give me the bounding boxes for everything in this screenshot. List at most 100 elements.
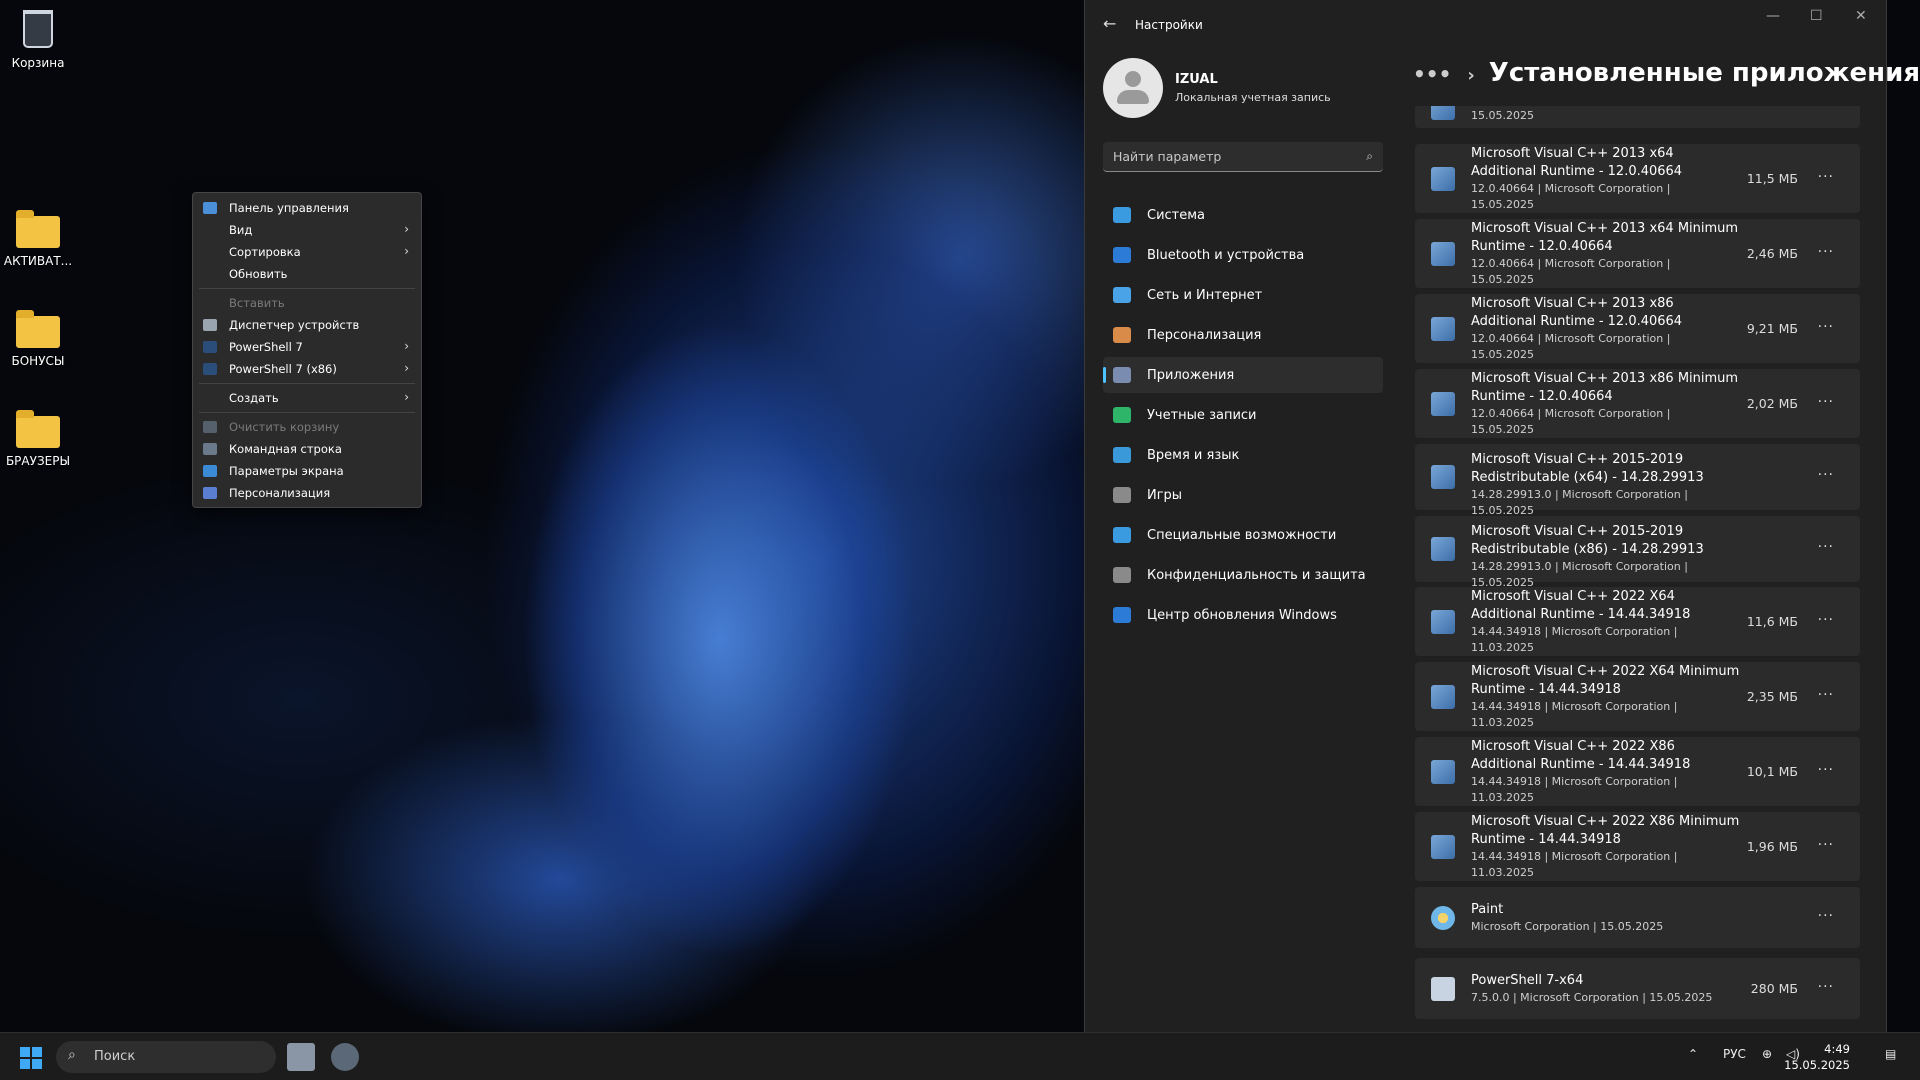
nav-item-wifi[interactable]: Сеть и Интернет bbox=[1103, 277, 1383, 313]
menu-item-control-panel[interactable]: Панель управления bbox=[193, 197, 421, 219]
settings-search-input[interactable]: Найти параметр ⌕ bbox=[1103, 142, 1383, 172]
more-options-icon[interactable]: ··· bbox=[1818, 687, 1834, 703]
input-language[interactable]: РУС bbox=[1723, 1047, 1746, 1061]
app-row[interactable]: Microsoft Visual C++ 2013 x64 Additional… bbox=[1415, 144, 1860, 213]
chevron-right-icon: › bbox=[404, 222, 409, 236]
search-placeholder: Найти параметр bbox=[1113, 149, 1222, 164]
app-name: Microsoft Visual C++ 2015-2019 Redistrib… bbox=[1471, 452, 1704, 485]
network-icon[interactable]: ⊕ bbox=[1762, 1047, 1772, 1061]
nav-item-system[interactable]: Система bbox=[1103, 197, 1383, 233]
app-row[interactable]: 11.0.61135 | Microsoft Corporation | 15.… bbox=[1415, 106, 1860, 128]
app-meta: 14.44.34918 | Microsoft Corporation | 11… bbox=[1471, 699, 1678, 729]
nav-item-label: Учетные записи bbox=[1147, 407, 1257, 423]
menu-item-label: Сортировка bbox=[229, 245, 301, 259]
nav-item-time-language[interactable]: Время и язык bbox=[1103, 437, 1383, 473]
menu-item-create[interactable]: Создать › bbox=[193, 387, 421, 409]
menu-item-display-settings[interactable]: Параметры экрана bbox=[193, 460, 421, 482]
menu-item-powershell-x86[interactable]: PowerShell 7 (x86) › bbox=[193, 358, 421, 380]
powershell-icon bbox=[203, 363, 217, 375]
windows-start-icon[interactable] bbox=[20, 1047, 42, 1069]
app-name: Microsoft Visual C++ 2022 X86 Additional… bbox=[1471, 738, 1691, 772]
minimize-icon[interactable]: — bbox=[1766, 8, 1780, 24]
taskbar-search-box[interactable]: ⌕ Поиск bbox=[56, 1041, 276, 1073]
nav-item-accessibility[interactable]: Специальные возможности bbox=[1103, 517, 1383, 553]
more-options-icon[interactable]: ··· bbox=[1818, 394, 1834, 410]
user-card[interactable]: IZUAL Локальная учетная запись bbox=[1103, 58, 1403, 118]
app-row[interactable]: Microsoft Visual C++ 2022 X64 Minimum Ru… bbox=[1415, 662, 1860, 731]
more-options-icon[interactable]: ··· bbox=[1818, 762, 1834, 778]
more-options-icon[interactable]: ··· bbox=[1818, 979, 1834, 995]
menu-item-cmd[interactable]: Командная строка bbox=[193, 438, 421, 460]
more-options-icon[interactable]: ··· bbox=[1818, 539, 1834, 555]
chevron-right-icon: › bbox=[404, 390, 409, 404]
installer-icon bbox=[1431, 465, 1455, 489]
time: 4:49 bbox=[1824, 1042, 1850, 1056]
more-options-icon[interactable]: ··· bbox=[1818, 169, 1834, 185]
app-size: 11,6 МБ bbox=[1746, 613, 1798, 629]
menu-item-refresh[interactable]: Обновить bbox=[193, 263, 421, 285]
nav-item-bluetooth[interactable]: Bluetooth и устройства bbox=[1103, 237, 1383, 273]
app-size: 2,02 МБ bbox=[1746, 395, 1798, 411]
menu-separator bbox=[199, 288, 415, 289]
clock[interactable]: 4:49 15.05.2025 bbox=[1784, 1041, 1850, 1073]
maximize-icon[interactable]: ☐ bbox=[1810, 8, 1823, 24]
settings-window: ← Настройки — ☐ ✕ IZUAL Локальная учетна… bbox=[1084, 0, 1920, 1032]
menu-item-sort[interactable]: Сортировка › bbox=[193, 241, 421, 263]
more-options-icon[interactable]: ··· bbox=[1818, 319, 1834, 335]
app-row[interactable]: Microsoft Visual C++ 2022 X86 Minimum Ru… bbox=[1415, 812, 1860, 881]
taskbar-search-placeholder: Поиск bbox=[94, 1049, 136, 1064]
desktop-icon-recycle-bin[interactable]: Корзина bbox=[0, 10, 76, 70]
nav-item-account[interactable]: Учетные записи bbox=[1103, 397, 1383, 433]
menu-item-powershell[interactable]: PowerShell 7 › bbox=[193, 336, 421, 358]
nav-item-update[interactable]: Центр обновления Windows bbox=[1103, 597, 1383, 633]
desktop-icon-label: Корзина bbox=[11, 56, 65, 70]
task-view-icon[interactable] bbox=[287, 1043, 315, 1071]
chevron-up-icon[interactable]: ⌃ bbox=[1688, 1047, 1698, 1061]
more-options-icon[interactable]: ··· bbox=[1818, 244, 1834, 260]
nav-item-label: Время и язык bbox=[1147, 447, 1240, 463]
nav-item-label: Конфиденциальность и защита bbox=[1147, 567, 1366, 583]
menu-item-view[interactable]: Вид › bbox=[193, 219, 421, 241]
menu-item-personalization[interactable]: Персонализация bbox=[193, 482, 421, 504]
nav-item-apps[interactable]: Приложения bbox=[1103, 357, 1383, 393]
nav-item-label: Персонализация bbox=[1147, 327, 1262, 343]
nav-item-gaming[interactable]: Игры bbox=[1103, 477, 1383, 513]
close-icon[interactable]: ✕ bbox=[1855, 8, 1867, 24]
menu-item-label: PowerShell 7 (x86) bbox=[229, 362, 337, 376]
app-row[interactable]: Microsoft Visual C++ 2015-2019 Redistrib… bbox=[1415, 444, 1860, 517]
desktop-icon-bonuses-folder[interactable]: БОНУСЫ bbox=[0, 308, 76, 368]
nav-item-label: Игры bbox=[1147, 487, 1183, 503]
breadcrumb-more-button[interactable]: ••• bbox=[1413, 62, 1451, 86]
personalization-icon bbox=[203, 487, 217, 499]
app-row[interactable]: Microsoft Visual C++ 2013 x86 Minimum Ru… bbox=[1415, 369, 1860, 438]
desktop-icon-activator-folder[interactable]: АКТИВАТ... bbox=[0, 208, 76, 268]
app-row[interactable]: Microsoft Visual C++ 2022 X64 Additional… bbox=[1415, 587, 1860, 656]
gaming-icon bbox=[1113, 487, 1131, 503]
chevron-right-icon: › bbox=[404, 244, 409, 258]
more-options-icon[interactable]: ··· bbox=[1818, 612, 1834, 628]
desktop-icon-browsers-folder[interactable]: БРАУЗЕРЫ bbox=[0, 408, 76, 468]
app-row[interactable]: Microsoft Visual C++ 2015-2019 Redistrib… bbox=[1415, 516, 1860, 589]
more-options-icon[interactable]: ··· bbox=[1818, 908, 1834, 924]
notification-icon[interactable]: ▤ bbox=[1885, 1047, 1896, 1061]
account-type: Локальная учетная запись bbox=[1175, 91, 1331, 104]
app-meta: Microsoft Corporation | 15.05.2025 bbox=[1471, 919, 1664, 933]
app-row[interactable]: PowerShell 7-x64 7.5.0.0 | Microsoft Corp… bbox=[1415, 958, 1860, 1019]
nav-item-shield[interactable]: Конфиденциальность и защита bbox=[1103, 557, 1383, 593]
app-row[interactable]: Microsoft Visual C++ 2013 x86 Additional… bbox=[1415, 294, 1860, 363]
app-row[interactable]: Microsoft Visual C++ 2022 X86 Additional… bbox=[1415, 737, 1860, 806]
installer-icon bbox=[1431, 106, 1455, 120]
more-options-icon[interactable]: ··· bbox=[1818, 837, 1834, 853]
app-meta: 12.0.40664 | Microsoft Corporation | 15.… bbox=[1471, 331, 1671, 361]
settings-gear-icon[interactable] bbox=[331, 1043, 359, 1071]
app-name: Microsoft Visual C++ 2013 x86 Minimum Ru… bbox=[1471, 370, 1739, 404]
nav-item-brush[interactable]: Персонализация bbox=[1103, 317, 1383, 353]
back-arrow-icon[interactable]: ← bbox=[1103, 14, 1116, 33]
more-options-icon[interactable]: ··· bbox=[1818, 467, 1834, 483]
app-row[interactable]: Paint Microsoft Corporation | 15.05.2025 ·… bbox=[1415, 887, 1860, 948]
menu-item-device-manager[interactable]: Диспетчер устройств bbox=[193, 314, 421, 336]
nav-item-label: Специальные возможности bbox=[1147, 527, 1337, 543]
app-row[interactable]: Microsoft Visual C++ 2013 x64 Minimum Ru… bbox=[1415, 219, 1860, 288]
app-size: 10,1 МБ bbox=[1746, 763, 1798, 779]
app-name: Microsoft Visual C++ 2022 X86 Minimum Ru… bbox=[1471, 813, 1740, 847]
